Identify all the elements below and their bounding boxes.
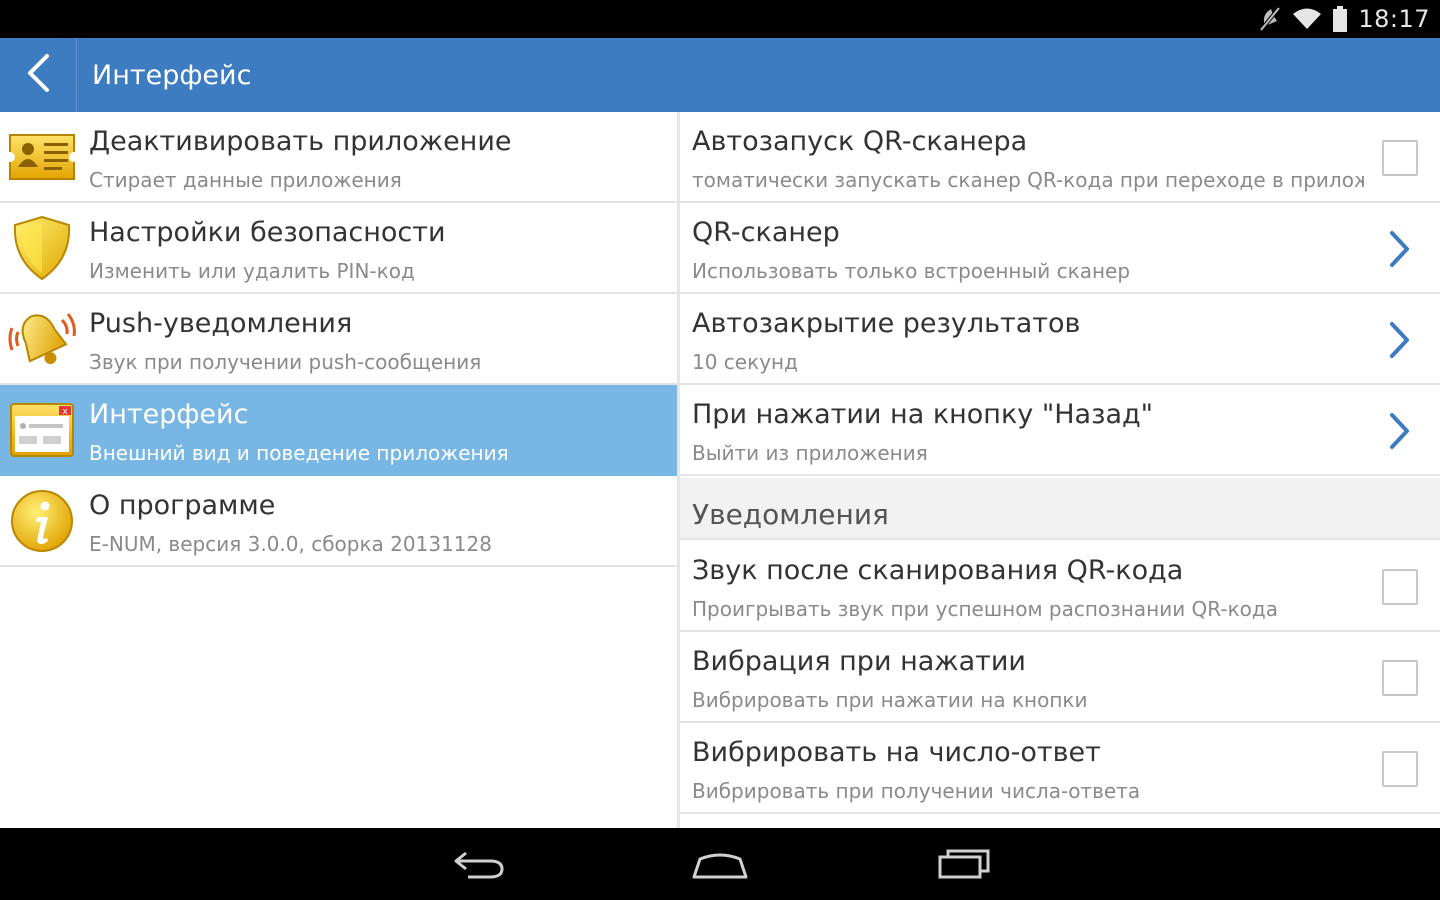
shield-icon [6, 215, 78, 281]
setting-title: Автозакрытие результатов [692, 308, 1081, 339]
sidebar-item-interface[interactable]: x Интерфейс Внешний вид и поведение прил… [0, 385, 677, 476]
sidebar-item-title: О программе [89, 490, 276, 521]
window-icon: x [6, 397, 78, 463]
setting-subtitle: Вибрировать при получении числа-ответа [692, 779, 1141, 803]
sidebar-item-subtitle: Внешний вид и поведение приложения [89, 441, 509, 465]
system-nav-bar [0, 828, 1440, 900]
id-card-icon [6, 124, 78, 190]
sidebar-item-security[interactable]: Настройки безопасности Изменить или удал… [0, 203, 677, 294]
setting-auto-close[interactable]: Автозакрытие результатов 10 секунд [680, 294, 1440, 385]
setting-back-button[interactable]: При нажатии на кнопку "Назад" Выйти из п… [680, 385, 1440, 476]
sidebar-item-deactivate[interactable]: Деактивировать приложение Стирает данные… [0, 112, 677, 203]
svg-text:x: x [62, 407, 68, 417]
status-icons: 18:17 [1258, 4, 1430, 34]
back-button[interactable] [0, 38, 76, 112]
sidebar-item-push[interactable]: Push-уведомления Звук при получении push… [0, 294, 677, 385]
setting-title: При нажатии на кнопку "Назад" [692, 399, 1154, 430]
nav-back-button[interactable] [446, 844, 510, 884]
sidebar-item-title: Интерфейс [89, 399, 249, 430]
setting-subtitle: Выйти из приложения [692, 441, 928, 465]
chevron-right-icon [1390, 322, 1409, 358]
info-icon [6, 488, 78, 554]
settings-categories: Деактивировать приложение Стирает данные… [0, 112, 677, 828]
setting-vibrate-press[interactable]: Вибрация при нажатии Вибрировать при наж… [680, 632, 1440, 723]
chevron-right-icon [1390, 413, 1409, 449]
setting-title: Вибрация при нажатии [692, 646, 1026, 677]
scan-sound-checkbox[interactable] [1382, 569, 1418, 605]
clock: 18:17 [1358, 5, 1430, 33]
setting-title: Вибрировать на число-ответ [692, 737, 1101, 768]
bell-icon [6, 306, 78, 372]
wifi-icon [1292, 7, 1322, 31]
battery-icon [1332, 6, 1348, 32]
setting-vibrate-answer[interactable]: Вибрировать на число-ответ Вибрировать п… [680, 723, 1440, 814]
action-bar-divider [76, 38, 77, 112]
sidebar-item-subtitle: Стирает данные приложения [89, 168, 402, 192]
sidebar-item-title: Деактивировать приложение [89, 126, 512, 157]
setting-qr-scanner[interactable]: QR-сканер Использовать только встроенный… [680, 203, 1440, 294]
status-bar: 18:17 [0, 0, 1440, 38]
section-title: Уведомления [692, 498, 889, 531]
setting-title: Автозапуск QR-сканера [692, 126, 1028, 157]
sidebar-item-subtitle: Изменить или удалить PIN-код [89, 259, 415, 283]
mute-icon [1258, 6, 1282, 32]
nav-home-button[interactable] [688, 844, 752, 884]
setting-subtitle: Проигрывать звук при успешном распознани… [692, 597, 1278, 621]
setting-subtitle: 10 секунд [692, 350, 798, 374]
settings-list: Автозапуск QR-сканера томатически запуск… [680, 112, 1440, 828]
back-nav-icon [454, 851, 504, 879]
nav-recents-button[interactable] [932, 844, 996, 884]
setting-qr-autostart[interactable]: Автозапуск QR-сканера томатически запуск… [680, 112, 1440, 203]
section-header-notifications: Уведомления [680, 478, 1440, 540]
setting-subtitle: Вибрировать при нажатии на кнопки [692, 688, 1088, 712]
recents-nav-icon [938, 849, 990, 879]
chevron-right-icon [1390, 231, 1409, 267]
sidebar-item-title: Push-уведомления [89, 308, 353, 339]
sidebar-item-subtitle: E-NUM, версия 3.0.0, сборка 20131128 [89, 532, 492, 556]
setting-title: Звук после сканирования QR-кода [692, 555, 1184, 586]
qr-autostart-checkbox[interactable] [1382, 140, 1418, 176]
page-title: Интерфейс [92, 60, 252, 91]
sidebar-item-subtitle: Звук при получении push-сообщения [89, 350, 482, 374]
home-nav-icon [692, 853, 748, 879]
setting-subtitle: томатически запускать сканер QR-кода при… [692, 168, 1364, 192]
action-bar: Интерфейс [0, 38, 1440, 112]
setting-scan-sound[interactable]: Звук после сканирования QR-кода Проигрыв… [680, 541, 1440, 632]
sidebar-item-title: Настройки безопасности [89, 217, 446, 248]
content-area: Деактивировать приложение Стирает данные… [0, 112, 1440, 828]
vibrate-answer-checkbox[interactable] [1382, 751, 1418, 787]
setting-subtitle: Использовать только встроенный сканер [692, 259, 1131, 283]
setting-title: QR-сканер [692, 217, 840, 248]
back-arrow-icon [25, 53, 51, 97]
sidebar-item-about[interactable]: О программе E-NUM, версия 3.0.0, сборка … [0, 476, 677, 567]
vibrate-press-checkbox[interactable] [1382, 660, 1418, 696]
